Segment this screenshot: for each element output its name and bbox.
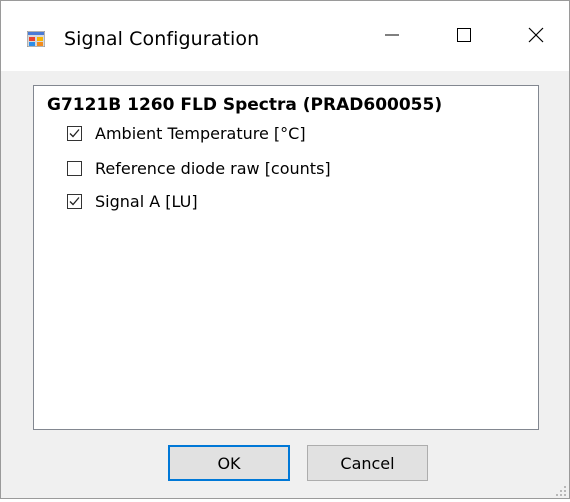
minimize-icon [383, 26, 401, 49]
close-button[interactable] [501, 9, 570, 65]
ok-button[interactable]: OK [168, 445, 290, 481]
minimize-button[interactable] [357, 9, 427, 65]
maximize-icon [455, 26, 473, 49]
signal-item-signal-a[interactable]: Signal A [LU] [67, 190, 198, 212]
window-title: Signal Configuration [64, 28, 260, 50]
signal-tree-list[interactable]: G7121B 1260 FLD Spectra (PRAD600055) Amb… [33, 85, 539, 430]
signal-item-ambient-temperature[interactable]: Ambient Temperature [°C] [67, 122, 306, 144]
signal-checkbox[interactable] [67, 125, 82, 141]
signal-checkbox[interactable] [67, 193, 82, 209]
signal-configuration-dialog: Signal Configuration G7121B 1260 FLD Spe… [0, 0, 570, 499]
signal-label: Reference diode raw [counts] [95, 158, 331, 178]
signal-group-title: G7121B 1260 FLD Spectra (PRAD600055) [47, 95, 443, 115]
signal-label: Ambient Temperature [°C] [95, 123, 306, 143]
title-bar[interactable]: Signal Configuration [1, 1, 569, 71]
close-icon [527, 26, 545, 49]
resize-grip-icon[interactable] [555, 484, 567, 496]
cancel-button[interactable]: Cancel [307, 445, 428, 481]
maximize-button[interactable] [429, 9, 499, 65]
signal-label: Signal A [LU] [95, 191, 198, 211]
app-window-icon [26, 30, 46, 48]
signal-item-reference-diode[interactable]: Reference diode raw [counts] [67, 157, 331, 179]
signal-checkbox[interactable] [67, 160, 82, 176]
